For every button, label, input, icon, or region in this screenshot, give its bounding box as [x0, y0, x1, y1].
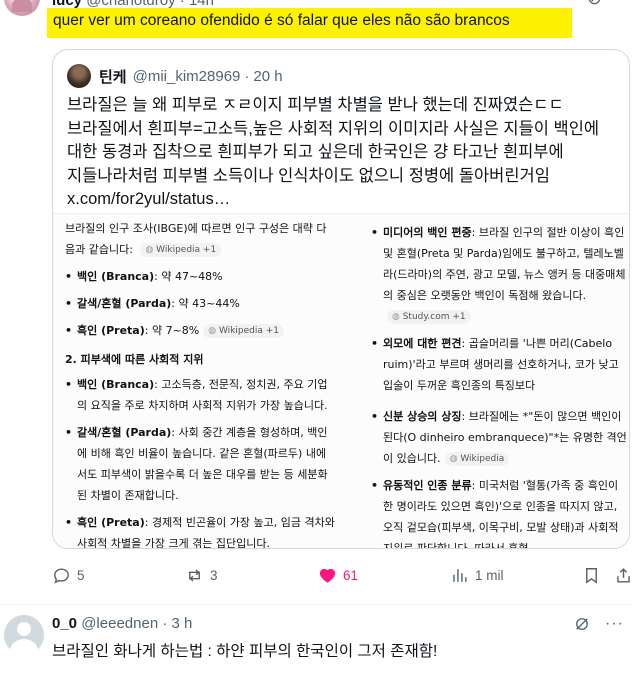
quoted-post-author-handle: @mii_kim28969 — [132, 67, 241, 85]
media-status-list: 백인 (Branca): 고소득층, 전문직, 정치권, 주요 기업의 요직을 … — [65, 374, 335, 548]
media-right-item: 외모에 대한 편견: 곱슬머리를 '나쁜 머리(Cabelo ruim)'라고 … — [371, 333, 629, 396]
reply-text: 브라질인 화나게 하는법 : 하얀 피부의 한국인이 그저 존재함! — [52, 643, 438, 660]
media-status-item: 흑인 (Preta): 경제적 빈곤율이 가장 높고, 임금 격차와 사회적 차… — [65, 512, 335, 548]
reply-icon — [54, 567, 69, 584]
bookmark-icon — [586, 567, 597, 584]
top-post-actions: 5 3 61 1 mil — [52, 563, 632, 587]
quoted-post-text: 브라질은 늘 왜 피부로 ㅈㄹ이지 피부별 차별을 받나 했는데 진짜였슨ㄷㄷ … — [67, 94, 623, 212]
media-right-item: 신분 상승의 상징: 브라질에는 *"돈이 많으면 백인이 된다(O dinhe… — [371, 406, 629, 469]
reply-button[interactable]: 5 — [52, 563, 85, 587]
top-post-grok-icon[interactable]: ⊘ — [587, 0, 602, 9]
quoted-post-avatar — [67, 64, 91, 88]
media-stat-item: 갈색/혼혈 (Parda): 약 43~44% — [65, 293, 335, 314]
media-stat-item: 흑인 (Preta): 약 7~8%Wikipedia +1 — [65, 320, 335, 341]
media-intro: 브라질의 인구 조사(IBGE)에 따르면 인구 구성은 대략 다음과 같습니다… — [65, 218, 335, 260]
like-count: 61 — [343, 567, 359, 583]
reply-author-name[interactable]: 0_0 — [52, 615, 77, 632]
more-icon[interactable]: ··· — [605, 615, 624, 633]
repost-count: 3 — [210, 567, 218, 583]
top-post: lucy @charlotdroy · 14h ⊘ quer ver um co… — [0, 0, 632, 605]
media-right-item: 미디어의 백인 편중: 브라질 인구의 절반 이상이 흑인 및 혼혈(Preta… — [371, 222, 629, 327]
reply-header: 0_0 @leeednen · 3 h — [52, 615, 192, 632]
quoted-post-body: 브라질은 늘 왜 피부로 ㅈㄹ이지 피부별 차별을 받나 했는데 진짜였슨ㄷㄷ … — [67, 96, 600, 185]
reply-author-handle[interactable]: @leeednen — [81, 615, 158, 632]
reply-count: 5 — [77, 567, 85, 583]
views-button[interactable]: 1 mil — [450, 563, 504, 587]
like-button[interactable]: 61 — [318, 563, 358, 587]
quoted-post-time-sep: · — [244, 67, 250, 85]
top-post-text: quer ver um coreano ofendido é só falar … — [53, 12, 510, 29]
quoted-post-media[interactable]: 브라질의 인구 조사(IBGE)에 따르면 인구 구성은 대략 다음과 같습니다… — [53, 213, 629, 548]
media-stats-list: 백인 (Branca): 약 47~48% 갈색/혼혈 (Parda): 약 4… — [65, 266, 335, 341]
media-left-column: 브라질의 인구 조사(IBGE)에 따르면 인구 구성은 대략 다음과 같습니다… — [65, 218, 335, 548]
quoted-post-author-name: 틴케 — [99, 68, 127, 86]
media-section-title: 2. 피부색에 따른 사회적 지위 — [65, 353, 204, 366]
grok-icon[interactable] — [573, 615, 591, 633]
share-button[interactable] — [614, 563, 632, 587]
reply-time-sep: · — [162, 615, 168, 632]
views-count: 1 mil — [475, 567, 504, 583]
repost-button[interactable]: 3 — [185, 563, 218, 587]
views-icon — [453, 568, 467, 582]
quoted-post[interactable]: 틴케 @mii_kim28969 · 20 h 브라질은 늘 왜 피부로 ㅈㄹ이… — [52, 49, 630, 549]
quoted-post-link[interactable]: x.com/for2yul/status… — [67, 190, 230, 208]
media-right-item: 유동적인 인종 분류: 미국처럼 '혈통(가족 중 흑인이 한 명이라도 있으면… — [371, 475, 629, 548]
bookmark-button[interactable] — [582, 563, 601, 587]
reply-time[interactable]: 3 h — [172, 615, 193, 632]
repost-icon — [189, 568, 200, 582]
media-stat-item: 백인 (Branca): 약 47~48% — [65, 266, 335, 287]
reply-avatar[interactable] — [4, 615, 44, 655]
reply-header-icons: ··· — [573, 615, 624, 633]
media-intro-chip: Wikipedia +1 — [140, 243, 222, 257]
media-right-column: 미디어의 백인 편중: 브라질 인구의 절반 이상이 흑인 및 혼혈(Preta… — [371, 222, 629, 548]
quoted-post-header: 틴케 @mii_kim28969 · 20 h — [67, 64, 283, 88]
like-icon — [319, 568, 336, 583]
reply-post[interactable]: 0_0 @leeednen · 3 h ··· 브라질인 화나게 하는법 : 하… — [0, 605, 632, 675]
quoted-post-time: 20 h — [253, 67, 283, 85]
media-right-list: 미디어의 백인 편중: 브라질 인구의 절반 이상이 흑인 및 혼혈(Preta… — [371, 222, 629, 548]
media-status-item: 백인 (Branca): 고소득층, 전문직, 정치권, 주요 기업의 요직을 … — [65, 374, 335, 416]
media-status-item: 갈색/혼혈 (Parda): 사회 중간 계층을 형성하며, 백인에 비해 흑인… — [65, 422, 335, 506]
top-post-text-highlight: quer ver um coreano ofendido é só falar … — [47, 8, 572, 38]
media-fade — [53, 214, 629, 222]
top-post-avatar[interactable] — [4, 0, 40, 16]
share-icon — [617, 567, 630, 583]
